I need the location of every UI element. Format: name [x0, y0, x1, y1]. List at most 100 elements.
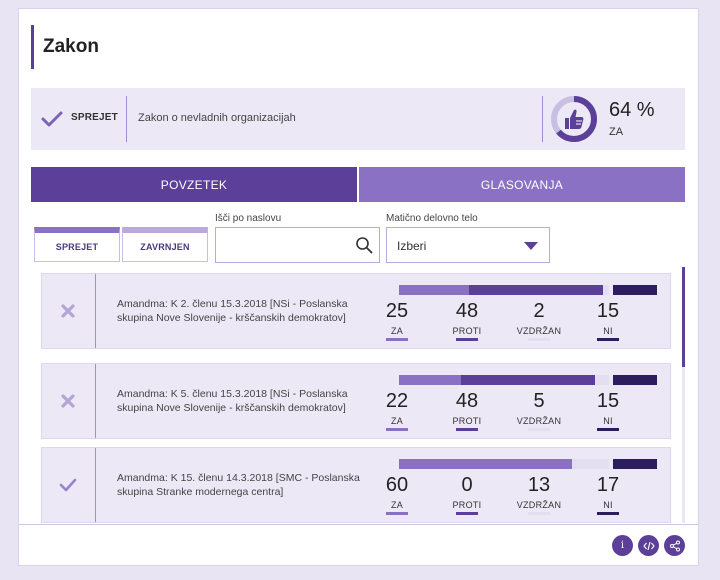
vote-bar-za: [399, 375, 461, 385]
share-icon: [669, 540, 680, 551]
vote-bar-za: [399, 285, 469, 295]
stat-za-value: 25: [385, 300, 409, 322]
divider: [542, 96, 543, 142]
vote-bar-proti: [460, 375, 595, 385]
stat-ni-line: [597, 428, 619, 431]
search-icon[interactable]: [355, 236, 373, 254]
code-icon: [642, 541, 655, 550]
cross-icon: [61, 304, 75, 318]
law-card: Zakon SPREJET Zakon o nevladnih organiza…: [18, 8, 699, 566]
law-name: Zakon o nevladnih organizacijah: [138, 112, 296, 124]
tab-bar: POVZETEK GLASOVANJA: [31, 167, 685, 202]
stat-ni: 15 NI: [578, 300, 638, 341]
divider: [95, 448, 96, 522]
stat-proti-label: PROTI: [452, 500, 482, 510]
stat-vzdrzan: 5 VZDRŽAN: [509, 390, 569, 431]
vote-bar: [399, 285, 609, 295]
vote-bar: [399, 375, 609, 385]
body-select-value: Izberi: [397, 239, 427, 253]
check-icon: [41, 111, 63, 127]
stat-za-value: 60: [385, 474, 409, 496]
divider: [126, 96, 127, 142]
stat-proti-line: [456, 338, 478, 341]
filter-zavrnjen-button[interactable]: ZAVRNJEN: [122, 227, 208, 262]
result-donut: [551, 96, 597, 142]
stat-proti-line: [456, 512, 478, 515]
thumbs-up-icon: [565, 109, 584, 129]
stat-ni-value: 17: [596, 474, 620, 496]
stat-proti-value: 48: [455, 300, 479, 322]
stat-za-line: [386, 512, 408, 515]
stat-za: 25 ZA: [367, 300, 427, 341]
stat-vzdrzan-label: VZDRŽAN: [516, 416, 562, 426]
stat-proti: 0 PROTI: [437, 474, 497, 515]
stat-vzdrzan-line: [528, 512, 550, 515]
vote-list: Amandma: K 2. členu 15.3.2018 [NSi - Pos…: [31, 267, 685, 524]
item-title: Amandma: K 5. členu 15.3.2018 [NSi - Pos…: [117, 388, 348, 414]
stat-vzdrzan: 2 VZDRŽAN: [509, 300, 569, 341]
law-summary: SPREJET Zakon o nevladnih organizacijah …: [31, 88, 685, 150]
scrollbar-thumb[interactable]: [682, 267, 685, 367]
item-title: Amandma: K 2. členu 15.3.2018 [NSi - Pos…: [117, 298, 348, 324]
page-title: Zakon: [43, 36, 99, 57]
check-icon: [59, 478, 77, 492]
stat-vzdrzan-value: 2: [533, 300, 545, 322]
stat-ni-line: [597, 512, 619, 515]
vote-bar-vzdrzan: [603, 285, 609, 295]
percent-label: ZA: [609, 126, 624, 138]
stat-vzdrzan-line: [528, 338, 550, 341]
stat-ni-label: NI: [603, 500, 613, 510]
search-label: Išči po naslovu: [215, 213, 282, 224]
stat-proti-value: 0: [461, 474, 473, 496]
stat-proti: 48 PROTI: [437, 390, 497, 431]
cross-icon: [61, 394, 75, 408]
vote-item[interactable]: Amandma: K 15. členu 14.3.2018 [SMC - Po…: [41, 447, 671, 523]
status-badge: SPREJET: [71, 112, 118, 123]
footer: i: [19, 524, 698, 565]
stat-proti-label: PROTI: [452, 416, 482, 426]
stat-ni-label: NI: [603, 416, 613, 426]
stat-ni-value: 15: [596, 300, 620, 322]
stat-proti-value: 48: [455, 390, 479, 412]
tab-povzetek[interactable]: POVZETEK: [31, 167, 357, 202]
stat-vzdrzan-label: VZDRŽAN: [516, 326, 562, 336]
tab-glasovanja[interactable]: GLASOVANJA: [359, 167, 685, 202]
stat-za-value: 22: [385, 390, 409, 412]
stat-proti-label: PROTI: [452, 326, 482, 336]
stat-za-label: ZA: [390, 500, 404, 510]
stat-za-line: [386, 428, 408, 431]
stat-vzdrzan-value: 5: [533, 390, 545, 412]
stat-proti: 48 PROTI: [437, 300, 497, 341]
info-button[interactable]: i: [612, 535, 633, 556]
stat-proti-line: [456, 428, 478, 431]
stat-za: 22 ZA: [367, 390, 427, 431]
divider: [95, 364, 96, 438]
body-select[interactable]: Izberi: [386, 227, 550, 263]
stat-vzdrzan-label: VZDRŽAN: [516, 500, 562, 510]
stat-za-line: [386, 338, 408, 341]
vote-bar-ni: [613, 459, 657, 469]
vote-bar-vzdrzan: [594, 375, 609, 385]
percent-value: 64 %: [609, 99, 655, 121]
title-bar: Zakon: [31, 25, 331, 69]
embed-button[interactable]: [638, 535, 659, 556]
filter-sprejet-button[interactable]: SPREJET: [34, 227, 120, 262]
vote-item[interactable]: Amandma: K 5. členu 15.3.2018 [NSi - Pos…: [41, 363, 671, 439]
vote-item[interactable]: Amandma: K 2. členu 15.3.2018 [NSi - Pos…: [41, 273, 671, 349]
stat-ni: 15 NI: [578, 390, 638, 431]
stat-ni-line: [597, 338, 619, 341]
stat-vzdrzan-value: 13: [527, 474, 551, 496]
stat-ni-label: NI: [603, 326, 613, 336]
vote-bar-proti: [468, 285, 604, 295]
vote-bar: [399, 459, 609, 469]
chevron-down-icon: [524, 242, 538, 250]
vote-bar-ni: [613, 285, 657, 295]
vote-bar-ni: [613, 375, 657, 385]
search-input[interactable]: [215, 227, 380, 263]
divider: [95, 274, 96, 348]
stat-vzdrzan-line: [528, 428, 550, 431]
body-label: Matično delovno telo: [386, 213, 478, 224]
share-button[interactable]: [664, 535, 685, 556]
stat-za: 60 ZA: [367, 474, 427, 515]
stat-ni-value: 15: [596, 390, 620, 412]
